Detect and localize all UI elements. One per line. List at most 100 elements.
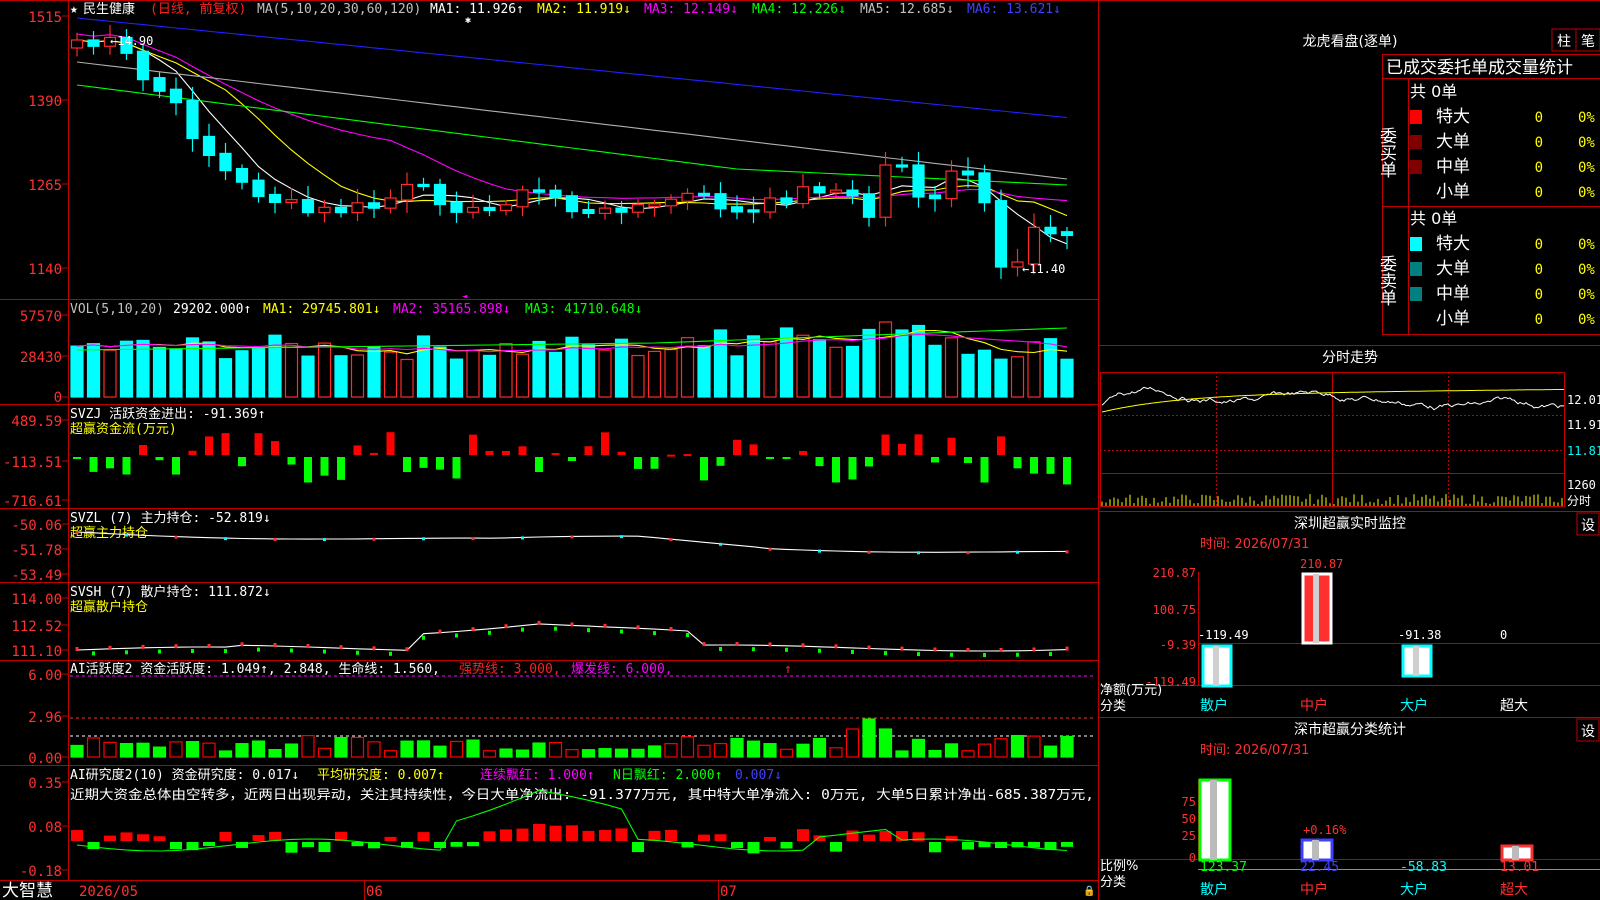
svzj-sub: 超赢资金流(万元) [70,421,177,437]
svzl-marker [125,533,128,537]
svzj-bar [601,432,609,455]
svsh-marker [125,650,128,655]
candle-body [136,50,150,81]
order-row-value: 0 [1535,312,1543,328]
candle-body [1027,226,1041,265]
class-bar-shine [1512,846,1519,860]
svzl-series [76,531,1068,553]
svsh-marker [537,620,541,625]
svsh-marker [653,631,656,636]
order-row-name: 小单 [1436,309,1470,329]
ai2-bar [170,842,182,850]
ai1-bar [103,741,117,758]
ai2-bar [566,825,578,841]
order-row-pct: 0% [1578,160,1595,176]
svsh-marker [372,646,376,651]
svzj-bar [898,443,906,455]
ai2-bar [302,842,314,848]
scroll-marker-icon[interactable]: ◄ [462,292,468,302]
lock-icon[interactable]: 🔒 [1083,885,1095,897]
svzj-bar [914,434,923,455]
ai2-axis-label: 0.35 [28,776,62,792]
volume-bar [895,329,909,398]
class-category-medium: 中户 [1300,881,1328,898]
svzj-bar [964,457,972,463]
svzj-bar [386,432,395,455]
svzj-label: SVZJ 活跃资金进出: -91.369↑ [70,406,265,422]
date-axis-label: 2026/05 [79,884,138,900]
svzj-bar [1030,457,1038,474]
svsh-marker [669,627,673,632]
candle-body [796,186,810,205]
ai1-bars [70,718,1074,758]
bar-mode-button[interactable]: 柱 [1551,28,1577,52]
volume-bar [515,353,530,398]
svsh-marker [174,644,178,649]
svsh-marker [1032,647,1036,652]
monitor-axis-label: -9.39 [1160,638,1196,652]
stock-name[interactable]: 民生健康 [83,1,135,17]
ai1-bar [350,736,365,758]
ai1-bar [845,728,860,758]
svsh-marker [438,629,442,634]
svsh-marker [719,647,722,652]
svzj-bar [287,457,296,465]
volume-bar [284,342,299,398]
svzj-bar [865,457,873,467]
class-settings-button[interactable]: 设 [1576,718,1600,742]
ai2-bar [417,832,430,841]
ai1-bar [383,750,398,758]
monitor-top-value: 210.87 [1300,557,1343,571]
favorite-star-icon[interactable]: ★ [70,2,78,17]
order-row-name: 中单 [1436,284,1470,304]
svzl-marker [719,542,722,546]
svsh-label: SVSH (7) 散户持仓: 111.872↓ [70,584,271,600]
ai1-bar [433,745,447,758]
ai1-bar [251,740,266,758]
ma3-value: MA3: 12.149↓ [644,2,738,17]
svzl-marker [372,537,376,541]
ai2-bar [467,842,479,847]
ai1-bar [1027,735,1041,758]
period-mode[interactable]: (日线, 前复权) [150,1,246,17]
ai2-avg: 平均研究度: 0.007↑ [317,767,445,783]
svsh-marker [422,635,425,640]
intraday-axis-label: 12.01 [1567,393,1600,407]
svsh-marker [141,644,145,649]
order-row-name: 小单 [1436,182,1470,202]
axis-ticks [62,15,68,871]
svzl-marker [966,551,970,555]
ai1-bar [1060,735,1074,758]
price-axis-label: 1265 [28,178,62,194]
order-row-value: 0 [1535,237,1543,253]
monitor-axis-label: 100.75 [1153,603,1196,617]
candle-body [516,189,529,208]
svsh-marker [191,649,194,654]
ai1-bar [631,748,645,758]
ai2-bar [203,842,215,847]
svzj-bar [419,457,428,468]
ai2-bar [648,830,661,841]
order-row-value: 0 [1535,287,1543,303]
svzj-bar [320,457,329,476]
ai2-label: AI研究度2(10) 资金研究度: 0.017↓ [70,767,299,783]
svsh-marker [686,633,689,638]
candle-body [417,183,430,188]
intraday-title: 分时走势 [1322,350,1378,366]
svsh-marker [603,623,607,628]
ai2-bar [863,834,875,841]
class-axis-label: 0 [1189,851,1196,865]
candle-body [648,203,661,208]
ai1-bar [730,737,744,758]
ma-params: MA(5,10,20,30,60,120) [257,2,421,17]
volume-bar [928,344,942,398]
volume-bar [878,321,893,398]
ai2-bar [764,836,776,841]
ai2-axis-label: 0.08 [28,820,62,836]
svzl-line [75,531,1069,555]
ai1-axis-label: 6.00 [28,668,62,684]
tick-mode-button[interactable]: 笔 [1575,28,1600,52]
monitor-settings-button[interactable]: 设 [1576,512,1600,536]
class-value: 13.01 [1500,860,1539,875]
svzj-bar [650,457,659,469]
